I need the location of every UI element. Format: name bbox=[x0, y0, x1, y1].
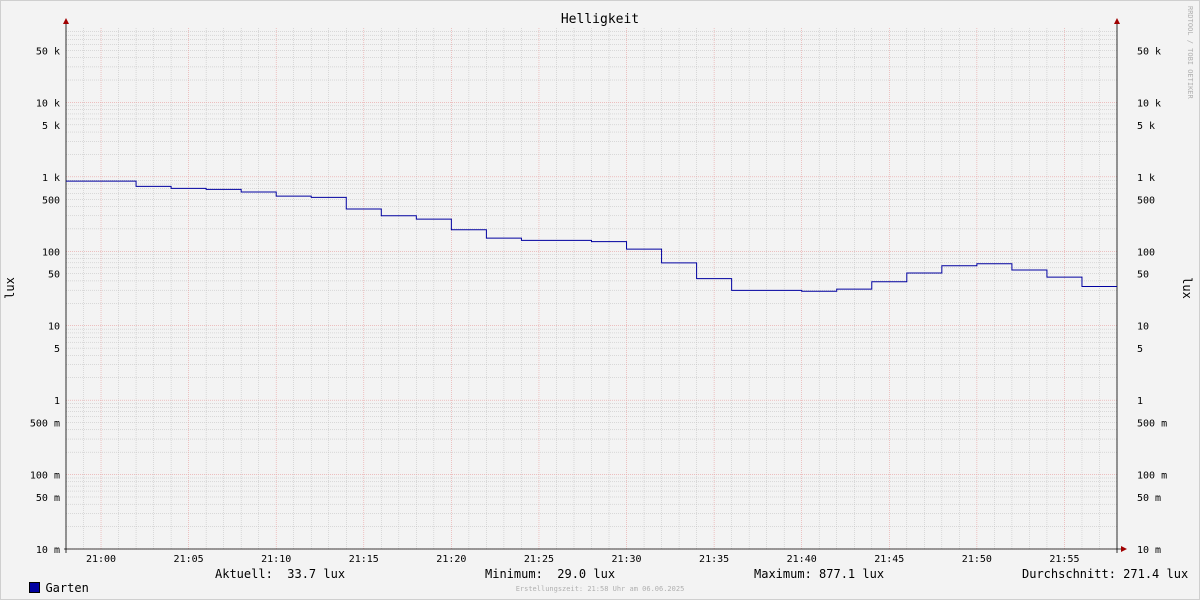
stat-maximum: Maximum: 877.1 lux bbox=[754, 567, 885, 581]
y-tick-label-right: 500 m bbox=[1137, 419, 1167, 430]
x-tick-label: 21:05 bbox=[174, 554, 204, 565]
x-tick-label: 21:40 bbox=[787, 554, 817, 565]
y-tick-label-right: 1 bbox=[1137, 396, 1143, 407]
y-tick-label-right: 1 k bbox=[1137, 173, 1155, 184]
y-tick-label-left: 50 bbox=[48, 270, 60, 281]
creation-time-footer: Erstellungszeit: 21:58 Uhr am 06.06.2025 bbox=[516, 585, 685, 593]
y-tick-label-left: 50 k bbox=[36, 46, 60, 57]
y-tick-label-left: 10 m bbox=[36, 545, 60, 556]
y-axis-arrow-right bbox=[1114, 18, 1120, 24]
minor-grid bbox=[65, 28, 1118, 549]
y-axis-label-left: lux bbox=[3, 277, 17, 299]
x-tick-label: 21:30 bbox=[611, 554, 641, 565]
x-tick-label: 21:45 bbox=[874, 554, 904, 565]
y-tick-label-left: 10 k bbox=[36, 98, 60, 109]
y-tick-label-right: 50 m bbox=[1137, 493, 1161, 504]
y-tick-label-left: 5 k bbox=[42, 121, 60, 132]
x-tick-label: 21:25 bbox=[524, 554, 554, 565]
y-tick-label-right: 10 k bbox=[1137, 98, 1161, 109]
y-tick-label-right: 100 m bbox=[1137, 471, 1167, 482]
y-tick-labels-left: 50 k 10 k 5 k 1 k 500 100 50 10 5 1 500 m 100 m 50 m… bbox=[30, 46, 60, 556]
rrdtool-watermark: RRDTOOL / TOBI OETIKER bbox=[1186, 6, 1194, 100]
y-tick-label-right: 50 k bbox=[1137, 46, 1161, 57]
brightness-chart: 50 k 10 k 5 k 1 k 500 100 50 10 5 1 500 m 100 m 50 m… bbox=[3, 6, 1194, 593]
y-tick-label-left: 1 bbox=[54, 396, 60, 407]
x-tick-label: 21:10 bbox=[261, 554, 291, 565]
chart-title: Helligkeit bbox=[561, 12, 639, 27]
x-axis-arrow bbox=[1121, 546, 1127, 552]
y-tick-label-left: 1 k bbox=[42, 173, 60, 184]
y-tick-label-right: 10 bbox=[1137, 322, 1149, 333]
y-tick-labels-right: 50 k 10 k 5 k 1 k 500 100 50 10 5 1 500 m 100 m 50 m… bbox=[1137, 46, 1167, 556]
y-tick-label-left: 50 m bbox=[36, 493, 60, 504]
y-tick-label-right: 500 bbox=[1137, 195, 1155, 206]
stat-minimum: Minimum: 29.0 lux bbox=[485, 567, 616, 581]
x-tick-label: 21:00 bbox=[86, 554, 116, 565]
y-tick-label-left: 100 bbox=[42, 247, 60, 258]
x-tick-labels: 21:00 21:05 21:10 21:15 21:20 21:25 21:30 21:35… bbox=[86, 554, 1080, 565]
legend-series: Garten bbox=[15, 567, 89, 595]
x-tick-label: 21:50 bbox=[962, 554, 992, 565]
y-tick-label-right: 5 k bbox=[1137, 121, 1155, 132]
y-tick-label-left: 5 bbox=[54, 344, 60, 355]
y-tick-label-left: 500 bbox=[42, 195, 60, 206]
y-tick-label-left: 10 bbox=[48, 322, 60, 333]
y-axis-label-right: lux bbox=[1180, 277, 1194, 299]
y-axis-arrow-left bbox=[63, 18, 69, 24]
y-tick-label-right: 50 bbox=[1137, 270, 1149, 281]
stat-average: Durchschnitt: 271.4 lux bbox=[1022, 567, 1189, 581]
x-tick-label: 21:20 bbox=[436, 554, 466, 565]
y-tick-label-right: 10 m bbox=[1137, 545, 1161, 556]
x-tick-label: 21:15 bbox=[349, 554, 379, 565]
y-tick-label-left: 500 m bbox=[30, 419, 60, 430]
y-tick-label-left: 100 m bbox=[30, 471, 60, 482]
axes bbox=[63, 18, 1127, 553]
x-tick-label: 21:55 bbox=[1049, 554, 1079, 565]
legend-series-label: Garten bbox=[45, 581, 89, 595]
y-tick-label-right: 100 bbox=[1137, 247, 1155, 258]
stat-current: Aktuell: 33.7 lux bbox=[215, 567, 346, 581]
y-tick-label-right: 5 bbox=[1137, 344, 1143, 355]
legend-swatch bbox=[29, 582, 41, 593]
x-tick-label: 21:35 bbox=[699, 554, 729, 565]
